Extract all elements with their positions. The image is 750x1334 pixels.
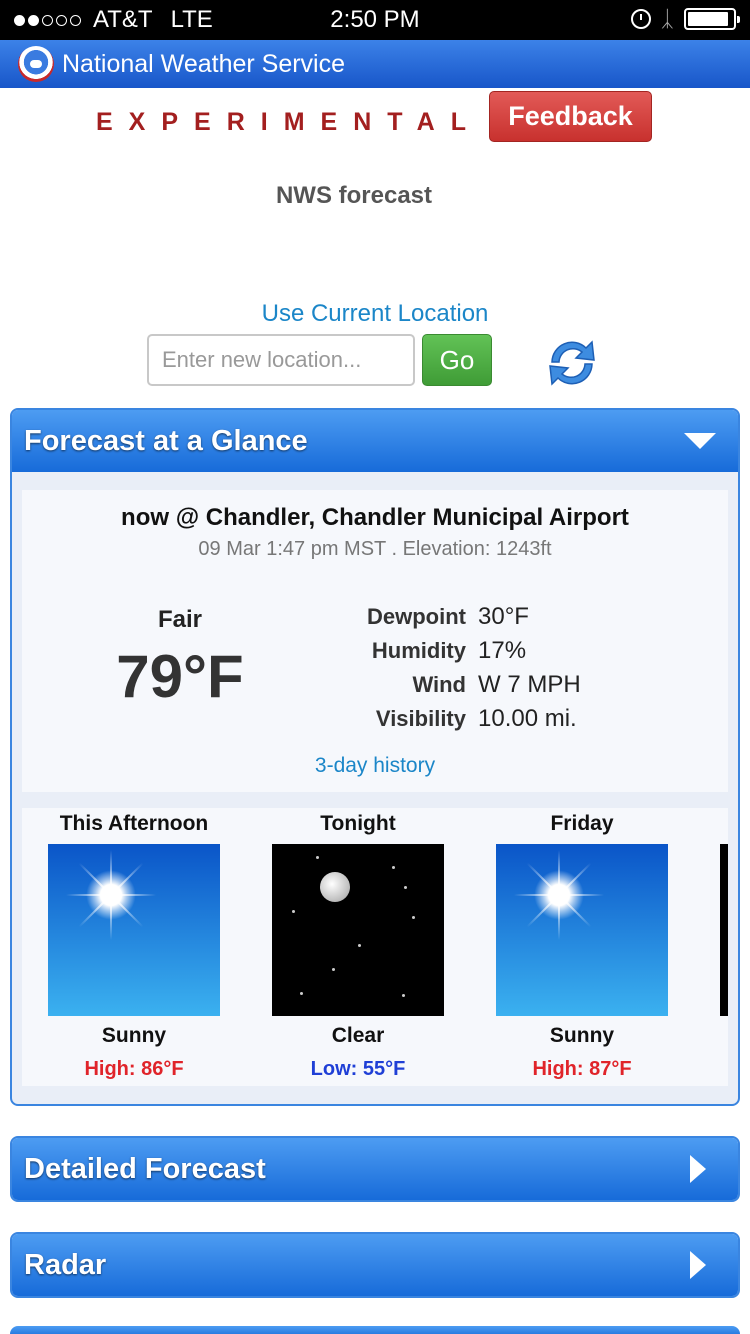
current-temperature: 79°F xyxy=(116,643,244,710)
page-subtitle: NWS forecast xyxy=(275,182,433,209)
nws-logo-icon[interactable] xyxy=(18,46,54,82)
period-short-forecast: Clear xyxy=(331,1024,385,1047)
radar-title: Radar xyxy=(24,1248,107,1281)
current-location-heading: now @ Chandler, Chandler Municipal Airpo… xyxy=(121,504,629,531)
nav-title[interactable]: National Weather Service xyxy=(62,50,345,79)
forecast-periods-strip[interactable]: This Afternoon Sunny High: 86°F Tonight xyxy=(22,808,728,1086)
next-period-icon xyxy=(720,844,728,1016)
expand-arrow-icon[interactable] xyxy=(690,1251,706,1279)
obs-value: 10.00 mi. xyxy=(478,705,577,732)
nav-bar: National Weather Service xyxy=(0,40,750,88)
clear-night-icon xyxy=(272,844,444,1016)
alarm-icon xyxy=(630,9,651,29)
period-name: Tonight xyxy=(320,812,396,835)
obs-label: Wind xyxy=(412,672,466,697)
forecast-period[interactable]: This Afternoon Sunny High: 86°F xyxy=(22,808,246,1081)
forecast-period[interactable]: Friday Sunny High: 87°F xyxy=(470,808,694,1081)
use-current-location-link[interactable]: Use Current Location xyxy=(0,300,750,328)
forecast-at-a-glance-panel: Forecast at a Glance now @ Chandler, Cha… xyxy=(10,408,740,1106)
obs-value: W 7 MPH xyxy=(478,671,581,698)
battery-icon xyxy=(684,8,740,30)
radar-section[interactable]: Radar xyxy=(10,1232,740,1298)
glance-title: Forecast at a Glance xyxy=(24,424,308,457)
detailed-forecast-header[interactable]: Detailed Forecast xyxy=(12,1138,738,1200)
obs-value: 30°F xyxy=(478,603,529,630)
feedback-button[interactable]: Feedback xyxy=(489,91,652,142)
collapse-arrow-icon[interactable] xyxy=(684,433,716,449)
obs-row-humidity: Humidity 17% xyxy=(322,634,581,668)
go-button[interactable]: Go xyxy=(422,334,492,386)
experimental-banner: EXPERIMENTAL xyxy=(96,108,482,136)
observation-meta: 09 Mar 1:47 pm MST . Elevation: 1243ft xyxy=(198,538,552,560)
expand-arrow-icon[interactable] xyxy=(690,1155,706,1183)
sunny-icon xyxy=(48,844,220,1016)
period-name: This Afternoon xyxy=(59,812,209,835)
obs-label: Visibility xyxy=(375,706,466,731)
current-conditions: now @ Chandler, Chandler Municipal Airpo… xyxy=(22,490,728,792)
period-name: Friday xyxy=(550,812,614,835)
location-input[interactable] xyxy=(147,334,415,386)
refresh-icon[interactable] xyxy=(542,332,602,392)
period-temperature: High: 87°F xyxy=(532,1058,632,1080)
forecast-period[interactable]: Tonight Clear Low: 55°F xyxy=(246,808,470,1081)
obs-label: Humidity xyxy=(371,638,466,663)
three-day-history-link[interactable]: 3-day history xyxy=(22,754,728,778)
obs-value: 17% xyxy=(478,637,527,664)
current-condition: Fair xyxy=(157,606,202,633)
glance-header[interactable]: Forecast at a Glance xyxy=(12,410,738,472)
next-section-edge[interactable] xyxy=(10,1326,740,1334)
obs-row-dewpoint: Dewpoint 30°F xyxy=(322,600,581,634)
radar-header[interactable]: Radar xyxy=(12,1234,738,1296)
bluetooth-icon: ᛣ xyxy=(660,6,674,31)
period-short-forecast: Sunny xyxy=(549,1024,615,1047)
sunny-icon xyxy=(496,844,668,1016)
observations-table: Dewpoint 30°F Humidity 17% Wind W 7 MPH … xyxy=(322,600,581,736)
period-temperature: Low: 55°F xyxy=(310,1058,406,1080)
obs-row-visibility: Visibility 10.00 mi. xyxy=(322,702,581,736)
obs-row-wind: Wind W 7 MPH xyxy=(322,668,581,702)
period-temperature: High: 86°F xyxy=(84,1058,184,1080)
obs-label: Dewpoint xyxy=(367,604,466,629)
period-short-forecast: Sunny xyxy=(101,1024,167,1047)
status-bar: AT&T LTE 2:50 PM ᛣ xyxy=(0,0,750,40)
detailed-forecast-title: Detailed Forecast xyxy=(24,1152,266,1185)
detailed-forecast-section[interactable]: Detailed Forecast xyxy=(10,1136,740,1202)
